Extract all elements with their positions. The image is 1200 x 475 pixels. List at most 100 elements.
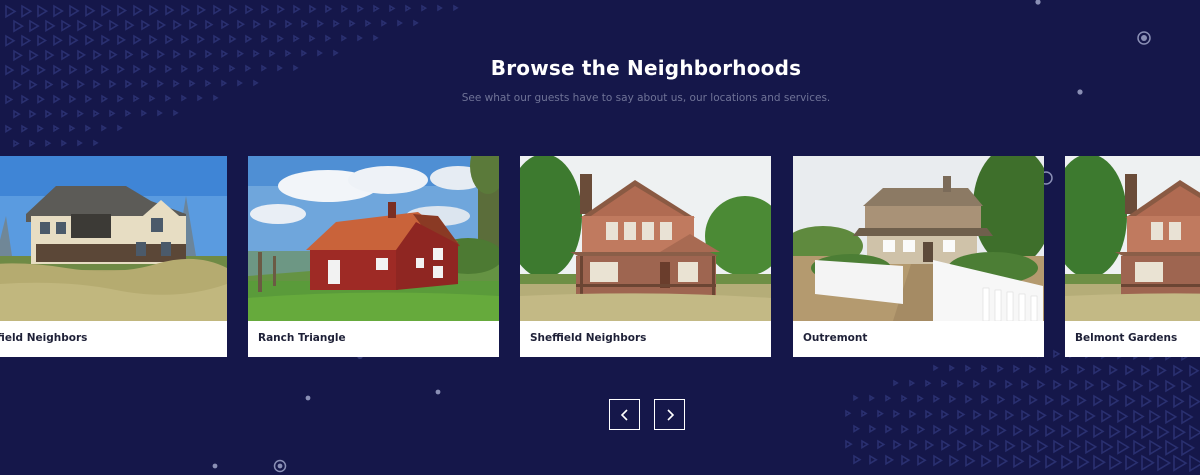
triangle-pattern-mark: [861, 409, 868, 418]
triangle-pattern-mark: [53, 4, 64, 18]
triangle-pattern-mark: [69, 34, 79, 46]
triangle-pattern-mark: [1109, 454, 1123, 471]
triangle-pattern-mark: [1093, 394, 1104, 407]
triangle-pattern-mark: [45, 79, 54, 90]
triangle-pattern-mark: [453, 4, 459, 12]
triangle-pattern-mark: [1181, 409, 1194, 425]
triangle-pattern-mark: [1013, 454, 1025, 469]
triangle-pattern-mark: [1077, 424, 1089, 438]
triangle-pattern-mark: [1173, 394, 1185, 409]
card-label: Outremont: [803, 332, 868, 344]
triangle-pattern-mark: [229, 4, 238, 15]
triangle-pattern-mark: [853, 394, 859, 402]
triangle-pattern-mark: [949, 394, 957, 404]
triangle-pattern-mark: [165, 4, 175, 16]
triangle-pattern-mark: [373, 4, 380, 13]
triangle-pattern-mark: [413, 19, 419, 27]
triangle-pattern-mark: [1133, 439, 1147, 456]
triangle-pattern-mark: [101, 34, 111, 46]
triangle-pattern-mark: [1053, 439, 1065, 454]
triangle-pattern-mark: [93, 139, 99, 147]
triangle-pattern-mark: [933, 424, 942, 435]
triangle-pattern-mark: [973, 379, 981, 389]
neighborhood-card[interactable]: Ranch Triangle: [248, 156, 499, 357]
triangle-pattern-mark: [197, 34, 205, 44]
triangle-pattern-mark: [37, 4, 49, 18]
triangle-pattern-mark: [213, 34, 221, 44]
triangle-pattern-mark: [933, 394, 941, 403]
triangle-pattern-mark: [1117, 409, 1129, 424]
triangle-pattern-mark: [45, 139, 52, 147]
triangle-pattern-mark: [29, 79, 38, 90]
triangle-pattern-mark: [1101, 379, 1111, 391]
triangle-pattern-mark: [1093, 454, 1106, 470]
triangle-pattern-mark: [901, 394, 908, 403]
triangle-pattern-mark: [1077, 364, 1086, 375]
triangle-pattern-mark: [141, 109, 148, 117]
triangle-pattern-mark: [1021, 439, 1033, 453]
triangle-pattern-mark: [293, 34, 300, 43]
triangle-pattern-mark: [1061, 424, 1072, 438]
neighborhood-card[interactable]: Outremont: [793, 156, 1044, 357]
triangle-pattern-mark: [981, 364, 988, 373]
triangle-pattern-mark: [1013, 364, 1021, 373]
triangle-pattern-decoration: [845, 349, 1200, 473]
triangle-pattern-mark: [1029, 454, 1041, 469]
triangle-pattern-mark: [853, 454, 862, 465]
triangle-pattern-mark: [1101, 409, 1113, 423]
triangle-pattern-mark: [933, 364, 939, 372]
triangle-pattern-mark: [1045, 364, 1053, 374]
triangle-pattern-mark: [965, 394, 973, 404]
triangle-pattern-mark: [1077, 454, 1090, 470]
triangle-pattern-mark: [1173, 364, 1184, 377]
triangle-pattern-mark: [213, 4, 222, 15]
triangle-pattern-mark: [909, 379, 916, 387]
triangle-pattern-mark: [221, 79, 228, 87]
carousel-next-button[interactable]: [654, 399, 685, 430]
triangle-pattern-mark: [981, 424, 991, 436]
triangle-pattern-mark: [317, 19, 325, 28]
triangle-pattern-mark: [21, 34, 32, 47]
triangle-pattern-mark: [1117, 379, 1127, 392]
triangle-pattern-mark: [893, 409, 901, 419]
triangle-pattern-mark: [405, 4, 412, 12]
triangle-pattern-mark: [293, 4, 301, 14]
triangle-pattern-mark: [893, 379, 899, 387]
triangle-pattern-mark: [1005, 379, 1013, 389]
triangle-pattern-mark: [333, 49, 339, 57]
triangle-pattern-mark: [869, 454, 878, 465]
triangle-pattern-mark: [1045, 424, 1056, 438]
triangle-pattern-mark: [1045, 394, 1055, 406]
triangle-pattern-mark: [1021, 409, 1031, 421]
triangle-pattern-mark: [221, 19, 230, 30]
triangle-pattern-mark: [109, 19, 119, 32]
triangle-pattern-mark: [53, 124, 60, 133]
triangle-pattern-mark: [933, 454, 943, 467]
triangle-pattern-mark: [117, 124, 123, 132]
triangle-pattern-mark: [1157, 454, 1172, 472]
triangle-pattern-mark: [965, 454, 976, 468]
neighborhood-card[interactable]: Sheffield Neighbors: [520, 156, 771, 357]
triangle-pattern-mark: [981, 454, 992, 468]
triangle-pattern-mark: [965, 424, 975, 436]
two-story-house-photo: [0, 156, 227, 321]
triangle-pattern-mark: [909, 439, 918, 451]
triangle-pattern-mark: [189, 19, 198, 30]
triangle-pattern-mark: [45, 109, 53, 119]
triangle-pattern-mark: [893, 439, 902, 450]
triangle-pattern-mark: [1189, 424, 1200, 441]
triangle-pattern-mark: [125, 79, 133, 89]
triangle-pattern-mark: [1029, 364, 1037, 374]
triangle-pattern-mark: [1173, 424, 1187, 441]
triangle-pattern-mark: [885, 424, 893, 434]
triangle-pattern-mark: [61, 79, 70, 90]
carousel-prev-button[interactable]: [609, 399, 640, 430]
triangle-pattern-mark: [1061, 364, 1070, 375]
neighborhood-card[interactable]: Belmont Gardens: [1065, 156, 1200, 357]
triangle-pattern-mark: [1037, 439, 1049, 453]
triangle-pattern-mark: [1061, 394, 1071, 406]
triangle-pattern-mark: [1125, 454, 1139, 471]
triangle-pattern-mark: [1141, 424, 1154, 440]
neighborhood-card[interactable]: effield Neighbors: [0, 156, 227, 357]
triangle-pattern-mark: [957, 409, 966, 420]
